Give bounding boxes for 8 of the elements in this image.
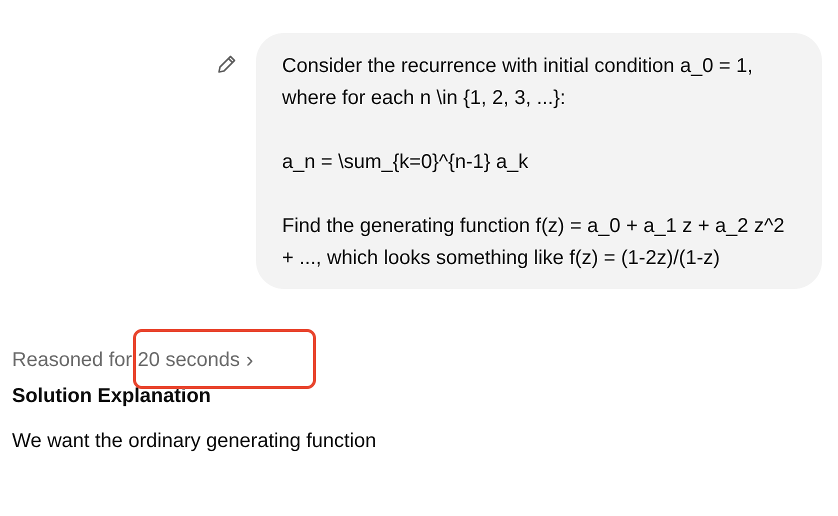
chevron-icon[interactable]: ›: [246, 347, 254, 373]
section-heading: Solution Explanation: [12, 385, 212, 408]
edit-icon[interactable]: [216, 53, 238, 75]
message-text: Find the generating function f(z) = a_0 + a_1 z + a_2 z^2 + ..., which looks something like f(z) = (1-2z)/(1-z): [282, 214, 786, 271]
message-text: Consider the recurrence with initial condition a_0 = 1, where for each n \in {1, 2, 3, ...}:: [282, 54, 754, 111]
answer-text: We want the ordinary generating function: [12, 430, 378, 453]
reasoning-label[interactable]: Reasoned for 20 seconds: [12, 348, 240, 372]
message-text: a_n = \sum_{k=0}^{n-1} a_k: [282, 150, 530, 175]
